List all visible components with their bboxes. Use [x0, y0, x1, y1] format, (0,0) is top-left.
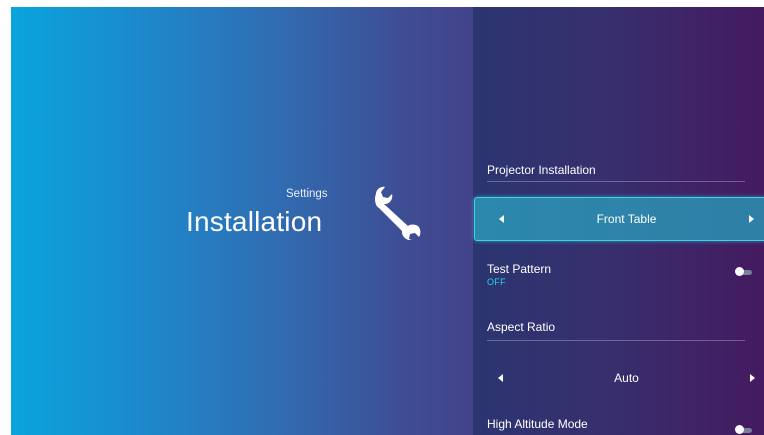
toggle-knob: [735, 425, 744, 434]
high-altitude-mode-toggle[interactable]: [735, 425, 753, 434]
test-pattern-status: OFF: [487, 277, 506, 287]
divider: [487, 340, 745, 341]
arrow-right-icon[interactable]: [749, 215, 754, 223]
aspect-ratio-label: Aspect Ratio: [487, 320, 556, 334]
aspect-ratio-selector[interactable]: Auto: [474, 356, 764, 400]
high-altitude-mode-label: High Altitude Mode: [487, 417, 588, 431]
page-title: Installation: [186, 206, 323, 237]
divider: [487, 181, 745, 182]
breadcrumb: Settings: [286, 188, 328, 200]
arrow-right-icon[interactable]: [750, 374, 755, 382]
wrench-icon: [375, 186, 421, 240]
projector-installation-selector[interactable]: Front Table: [474, 197, 764, 241]
test-pattern-toggle[interactable]: [735, 267, 753, 276]
aspect-ratio-value: Auto: [614, 371, 639, 385]
projector-installation-value: Front Table: [596, 212, 657, 226]
test-pattern-label: Test Pattern: [487, 262, 552, 276]
projector-installation-label: Projector Installation: [487, 163, 596, 177]
toggle-knob: [735, 267, 744, 276]
